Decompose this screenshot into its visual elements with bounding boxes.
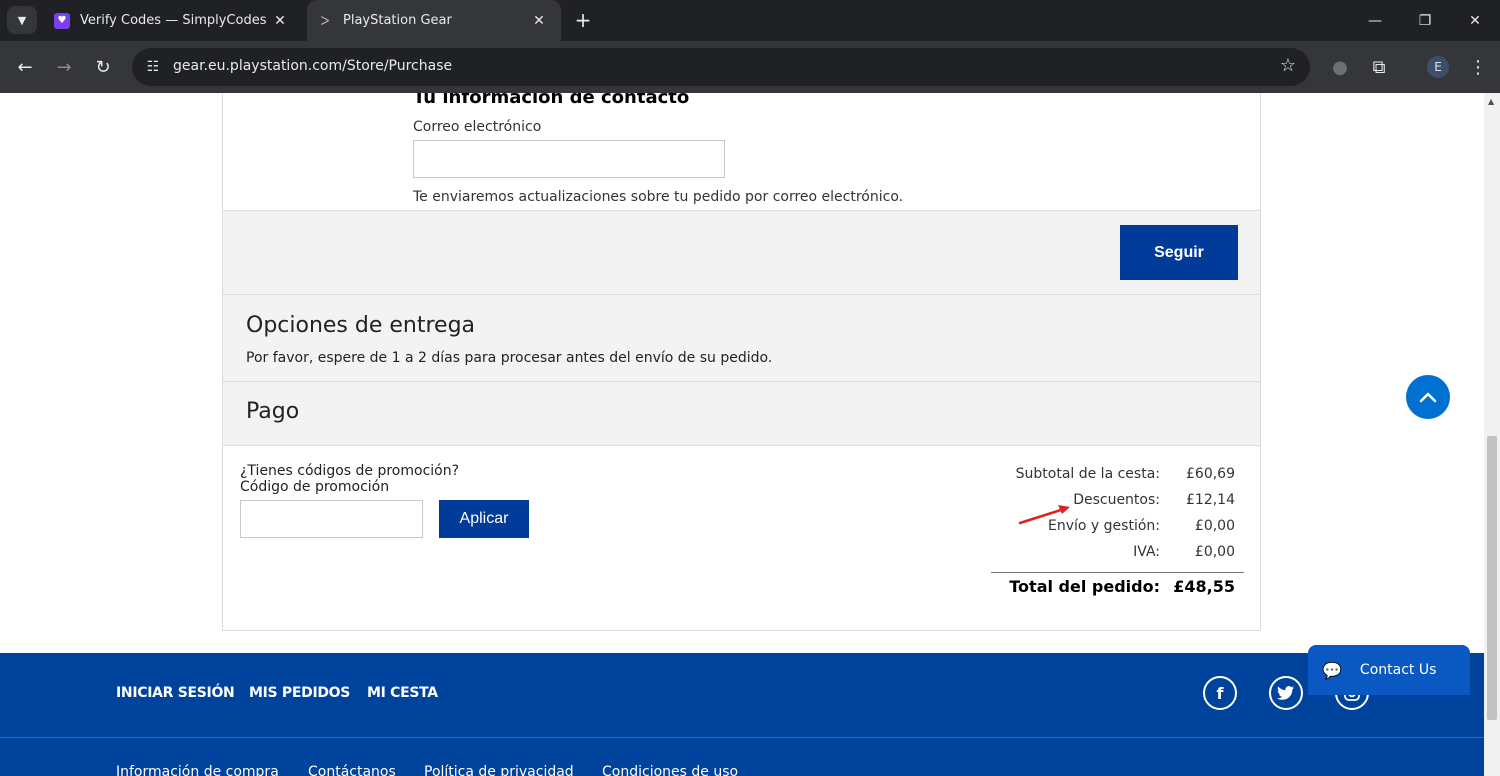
page-scrollbar[interactable]: ▲ (1484, 93, 1500, 776)
summary-label: Envío y gestión: (1048, 518, 1160, 534)
summary-label: Descuentos: (1073, 492, 1160, 508)
chat-bubble-icon: 💬 (1322, 660, 1342, 680)
summary-row-discounts: Descuentos: £12,14 (991, 492, 1244, 518)
close-tab-icon[interactable]: ✕ (529, 13, 549, 29)
continue-band: Seguir (223, 210, 1260, 294)
continue-button[interactable]: Seguir (1120, 225, 1238, 280)
checkout-card: Tu información de contacto Correo electr… (222, 93, 1261, 631)
playstation-favicon-icon: ᐳ (320, 13, 330, 28)
reload-button[interactable]: ↻ (89, 53, 117, 81)
scroll-to-top-button[interactable] (1406, 375, 1450, 419)
footer-nav-cart[interactable]: MI CESTA (367, 685, 438, 701)
bookmark-star-icon[interactable]: ☆ (1280, 55, 1296, 76)
summary-row-total: Total del pedido: £48,55 (991, 577, 1244, 603)
contact-section-title: Tu información de contacto (413, 93, 690, 108)
address-bar[interactable]: ☷ gear.eu.playstation.com/Store/Purchase… (132, 48, 1310, 86)
site-footer: INICIAR SESIÓN MIS PEDIDOS MI CESTA f In… (0, 653, 1484, 776)
email-note: Te enviaremos actualizaciones sobre tu p… (413, 189, 904, 205)
back-button[interactable]: ← (11, 53, 39, 81)
scrollbar-thumb[interactable] (1487, 436, 1497, 720)
promo-label: Código de promoción (240, 479, 390, 495)
footer-nav-login[interactable]: INICIAR SESIÓN (116, 685, 235, 701)
contact-us-widget[interactable]: 💬 Contact Us (1308, 645, 1470, 695)
extensions-puzzle-icon[interactable]: ⧉ (1365, 53, 1393, 81)
payment-section: Pago (223, 381, 1260, 446)
contact-us-label: Contact Us (1359, 662, 1437, 678)
tab-title: Verify Codes — SimplyCodes (80, 13, 267, 28)
profile-avatar[interactable]: E (1427, 56, 1449, 78)
facebook-icon[interactable]: f (1203, 676, 1237, 710)
twitter-icon[interactable] (1269, 676, 1303, 710)
new-tab-button[interactable]: + (572, 8, 594, 32)
delivery-title: Opciones de entrega (246, 313, 476, 338)
promo-question: ¿Tienes códigos de promoción? (240, 463, 460, 479)
total-label: Total del pedido: (1009, 577, 1160, 596)
restore-button[interactable]: ❐ (1400, 0, 1450, 41)
summary-value: £12,14 (1186, 492, 1235, 508)
summary-value: £60,69 (1186, 466, 1235, 482)
footer-link-terms[interactable]: Condiciones de uso (602, 764, 738, 776)
extension-icon[interactable]: ● (1326, 53, 1354, 81)
chevron-down-icon: ▼ (17, 13, 27, 27)
email-field[interactable] (413, 140, 725, 178)
order-summary: Subtotal de la cesta: £60,69 Descuentos:… (991, 466, 1244, 603)
delivery-note: Por favor, espere de 1 a 2 días para pro… (246, 350, 773, 366)
simplycodes-favicon-icon: ♥ (54, 12, 70, 29)
url-text[interactable]: gear.eu.playstation.com/Store/Purchase (173, 58, 452, 74)
footer-nav-orders[interactable]: MIS PEDIDOS (249, 685, 350, 701)
forward-button[interactable]: → (50, 53, 78, 81)
summary-divider (991, 572, 1244, 573)
email-label: Correo electrónico (413, 119, 542, 135)
payment-title: Pago (246, 399, 300, 424)
footer-link-purchase-info[interactable]: Información de compra (116, 764, 279, 776)
footer-link-contact[interactable]: Contáctanos (308, 764, 396, 776)
footer-divider (0, 737, 1484, 738)
tab-playstation-gear[interactable]: ᐳ PlayStation Gear ✕ (307, 0, 561, 41)
browser-toolbar: ← → ↻ ☷ gear.eu.playstation.com/Store/Pu… (0, 41, 1500, 93)
promo-code-input[interactable] (240, 500, 423, 538)
total-value: £48,55 (1173, 577, 1235, 596)
apply-promo-button[interactable]: Aplicar (439, 500, 529, 538)
footer-link-privacy[interactable]: Política de privacidad (424, 764, 574, 776)
page-content: Tu información de contacto Correo electr… (0, 93, 1484, 776)
summary-row-subtotal: Subtotal de la cesta: £60,69 (991, 466, 1244, 492)
summary-label: IVA: (1133, 544, 1160, 560)
minimize-button[interactable]: — (1350, 0, 1400, 41)
close-window-button[interactable]: ✕ (1450, 0, 1500, 41)
tab-simplycodes[interactable]: ♥ Verify Codes — SimplyCodes ✕ (44, 0, 302, 41)
summary-label: Subtotal de la cesta: (1015, 466, 1160, 482)
summary-value: £0,00 (1194, 518, 1235, 534)
tab-search-button[interactable]: ▼ (7, 6, 37, 34)
summary-row-shipping: Envío y gestión: £0,00 (991, 518, 1244, 544)
close-tab-icon[interactable]: ✕ (270, 13, 290, 29)
tab-title: PlayStation Gear (343, 13, 452, 28)
site-info-icon[interactable]: ☷ (141, 55, 165, 79)
scroll-up-arrow-icon[interactable]: ▲ (1488, 97, 1494, 106)
chevron-up-icon (1419, 392, 1437, 403)
browser-tab-bar: ▼ ♥ Verify Codes — SimplyCodes ✕ ᐳ PlayS… (0, 0, 1500, 41)
delivery-section: Opciones de entrega Por favor, espere de… (223, 294, 1260, 381)
summary-row-vat: IVA: £0,00 (991, 544, 1244, 570)
summary-value: £0,00 (1194, 544, 1235, 560)
browser-menu-icon[interactable]: ⋮ (1464, 53, 1492, 81)
